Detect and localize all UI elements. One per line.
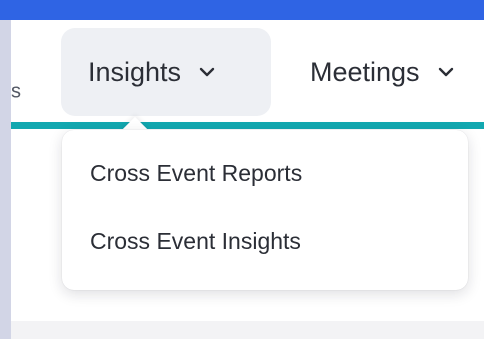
window-edge-strip (0, 0, 11, 339)
chevron-down-icon (438, 67, 453, 77)
nav-tab-meetings[interactable]: Meetings (297, 28, 454, 116)
nav-item-partial-label[interactable]: s (11, 81, 21, 104)
nav-accent-underline (11, 122, 484, 129)
menu-item-cross-event-insights[interactable]: Cross Event Insights (90, 228, 301, 255)
page-content-area (11, 321, 484, 339)
nav-tab-meetings-label: Meetings (310, 56, 420, 87)
nav-tab-insights[interactable]: Insights (61, 28, 271, 116)
insights-dropdown-menu: Cross Event Reports Cross Event Insights (62, 130, 468, 290)
nav-tab-insights-label: Insights (88, 56, 182, 87)
menu-item-cross-event-reports[interactable]: Cross Event Reports (90, 160, 302, 187)
top-navigation: s Insights Meetings (11, 20, 484, 127)
chevron-down-icon (199, 67, 215, 77)
top-brand-bar (0, 0, 484, 20)
